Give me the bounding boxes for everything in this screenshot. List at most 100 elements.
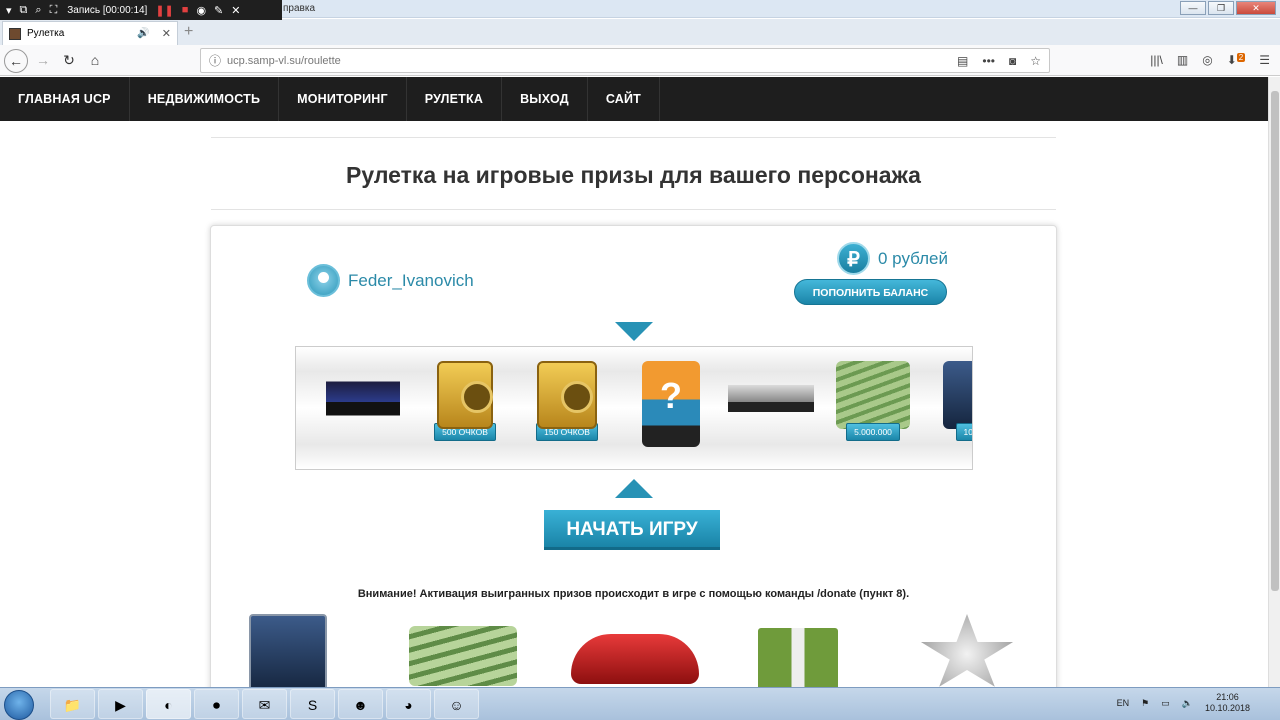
gift-prize-icon (758, 628, 838, 687)
star-prize-icon (920, 614, 1014, 687)
navigation-toolbar: ← → ↻ ⌂ ⓘ ucp.samp-vl.su/roulette ▤ ••• … (0, 45, 1280, 76)
username: Feder_Ivanovich (348, 270, 474, 290)
page-content: Рулетка на игровые призы для вашего перс… (0, 121, 1268, 687)
pointer-down-icon (615, 322, 653, 341)
clock[interactable]: 21:06 10.10.2018 (1205, 692, 1250, 714)
site-navbar: ГЛАВНАЯ UCP НЕДВИЖИМОСТЬ МОНИТОРИНГ РУЛЕ… (0, 77, 1268, 121)
monster-truck-icon (326, 361, 400, 429)
pen-icon[interactable]: ✎ (214, 4, 223, 17)
roulette-strip: 500 ОЧКОВ 150 ОЧКОВ ? 5.000.000 1000 (295, 346, 973, 470)
favicon-icon (9, 27, 21, 40)
roulette-item-blue-safe: 1000 (928, 361, 972, 451)
topup-button[interactable]: ПОПОЛНИТЬ БАЛАНС (794, 279, 947, 305)
pocket-icon[interactable]: ◙ (1009, 54, 1016, 68)
download-icon[interactable]: ⬇ 2 (1227, 53, 1246, 67)
crop-icon[interactable]: ⛶ (50, 4, 58, 17)
addon-badge: 2 (1236, 53, 1246, 62)
clock-date: 10.10.2018 (1204, 703, 1250, 713)
notes-icon[interactable]: ✉ (242, 689, 287, 719)
back-button[interactable]: ← (4, 49, 28, 73)
nav-item-roulette[interactable]: РУЛЕТКА (407, 77, 503, 121)
skype-icon[interactable]: S (290, 689, 335, 719)
info-icon[interactable]: ⓘ (209, 52, 221, 69)
discord-icon[interactable]: ◕ (386, 689, 431, 719)
home-button[interactable]: ⌂ (84, 49, 106, 71)
system-tray: EN ⚑ ▭ 🔈 21:06 10.10.2018 (1117, 692, 1250, 714)
roulette-item-mystery: ? (626, 361, 716, 451)
ruble-icon: ₽ (837, 242, 870, 275)
roulette-item-sports-car (726, 361, 816, 451)
nav-item-monitoring[interactable]: МОНИТОРИНГ (279, 77, 407, 121)
star-icon[interactable]: ☆ (1030, 54, 1041, 68)
balance-value: 0 рублей (878, 248, 948, 268)
nav-item-realty[interactable]: НЕДВИЖИМОСТЬ (130, 77, 280, 121)
roulette-item-safe: 500 ОЧКОВ (420, 361, 510, 451)
game-icon[interactable]: ☻ (338, 689, 383, 719)
window-icon[interactable]: ⧉ (20, 4, 28, 17)
reader-icon[interactable]: ▤ (957, 54, 968, 68)
nav-item-logout[interactable]: ВЫХОД (502, 77, 588, 121)
taskbar: 📁 ▶ ◐ ⏺ ✉ S ☻ ◕ ☺ EN ⚑ ▭ 🔈 21:06 10.10.2… (0, 687, 1280, 720)
forward-button[interactable]: → (32, 49, 54, 71)
pause-icon[interactable]: ❚❚ (155, 4, 173, 17)
user-info: Feder_Ivanovich (307, 264, 474, 297)
money-icon (836, 361, 910, 429)
speaker-icon[interactable]: 🔊 (137, 28, 149, 39)
language-indicator[interactable]: EN (1117, 698, 1130, 708)
recording-status: Запись [00:00:14] (67, 4, 148, 16)
sync-icon[interactable]: ◎ (1202, 53, 1212, 67)
camera-icon[interactable]: ◉ (196, 4, 206, 17)
more-icon[interactable]: ••• (982, 54, 995, 68)
taskbar-apps: 📁 ▶ ◐ ⏺ ✉ S ☻ ◕ ☺ (50, 689, 479, 719)
page-scrollbar[interactable] (1268, 77, 1280, 687)
pointer-up-icon (615, 479, 653, 498)
scrollbar-thumb[interactable] (1271, 91, 1279, 591)
prize-gallery (247, 614, 1027, 687)
media-player-icon[interactable]: ▶ (98, 689, 143, 719)
close-window-button[interactable]: ✕ (1236, 1, 1276, 15)
stop-icon[interactable]: ■ (182, 4, 189, 16)
start-game-button[interactable]: НАЧАТЬ ИГРУ (544, 510, 720, 550)
game-icon-2[interactable]: ☺ (434, 689, 479, 719)
sports-car-icon (728, 361, 814, 429)
roulette-item-monster-truck (318, 361, 408, 451)
blue-safe-icon (943, 361, 972, 429)
close-icon[interactable]: ✕ (231, 4, 240, 17)
start-button[interactable] (4, 690, 34, 720)
mystery-person-icon: ? (642, 361, 700, 447)
url-path: /roulette (301, 54, 341, 67)
reload-button[interactable]: ↻ (58, 49, 80, 71)
restore-button[interactable]: ❐ (1208, 1, 1234, 15)
roulette-item-money: 5.000.000 (828, 361, 918, 451)
nav-item-home[interactable]: ГЛАВНАЯ UCP (0, 77, 130, 121)
safe-prize-icon (249, 614, 327, 687)
window-controls: — ❐ ✕ (1180, 1, 1276, 15)
tab-close-icon[interactable]: ✕ (162, 27, 171, 40)
menu-icon[interactable]: ☰ (1259, 53, 1270, 67)
firefox-icon[interactable]: ◐ (146, 689, 191, 719)
activation-notice: Внимание! Активация выигранных призов пр… (357, 588, 910, 600)
minimize-button[interactable]: — (1180, 1, 1206, 15)
recorder-toolbar: ▾ ⧉ ⌕ ⛶ Запись [00:00:14] ❚❚ ■ ◉ ✎ ✕ (0, 0, 282, 20)
car-prize-icon (571, 634, 699, 684)
nav-item-site[interactable]: САЙТ (588, 77, 660, 121)
library-icon[interactable]: |||\ (1150, 53, 1163, 67)
flag-icon[interactable]: ⚑ (1141, 698, 1149, 709)
dropdown-icon[interactable]: ▾ (6, 4, 12, 17)
new-tab-button[interactable]: + (184, 23, 193, 41)
recorder-icon[interactable]: ⏺ (194, 689, 239, 719)
tab-title: Рулетка (27, 28, 65, 39)
volume-icon[interactable]: 🔈 (1182, 698, 1193, 709)
address-bar[interactable]: ⓘ ucp.samp-vl.su/roulette ▤ ••• ◙ ☆ (200, 48, 1050, 73)
clock-time: 21:06 (1216, 692, 1239, 702)
search-icon[interactable]: ⌕ (35, 4, 41, 17)
browser-tab[interactable]: Рулетка 🔊 ✕ (2, 21, 178, 45)
tab-bar: Рулетка 🔊 ✕ + (0, 19, 1280, 45)
roulette-card: Feder_Ivanovich ₽ 0 рублей ПОПОЛНИТЬ БАЛ… (210, 225, 1057, 687)
sidebar-icon[interactable]: ▥ (1177, 53, 1188, 67)
gold-safe-icon (437, 361, 493, 429)
divider (211, 209, 1056, 210)
explorer-icon[interactable]: 📁 (50, 689, 95, 719)
network-icon[interactable]: ▭ (1161, 698, 1170, 709)
money-prize-icon (409, 626, 517, 686)
